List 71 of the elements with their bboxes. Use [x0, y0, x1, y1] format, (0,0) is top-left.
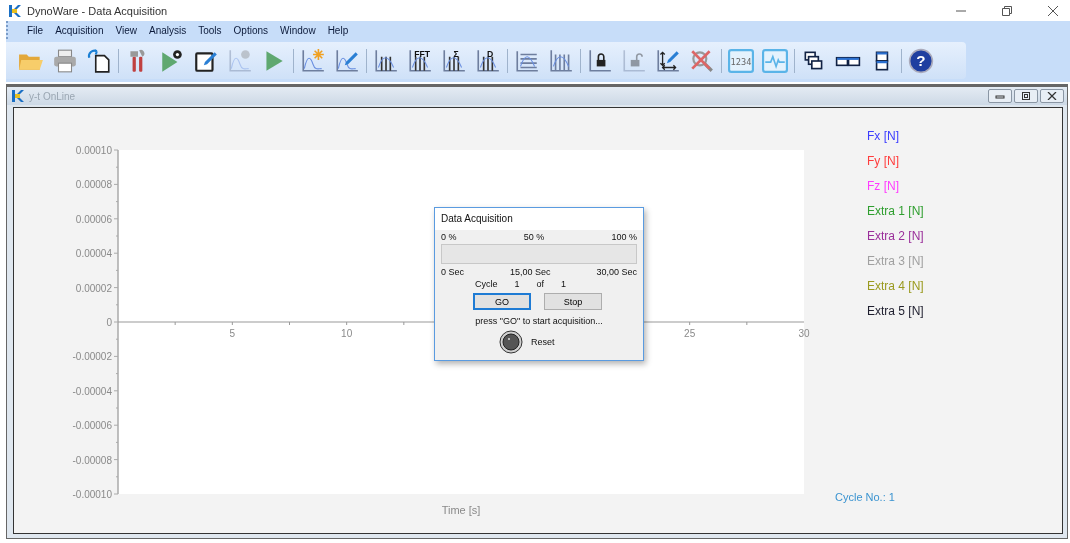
menu-item[interactable]: Tools	[198, 24, 222, 36]
app-logo-icon	[8, 3, 22, 18]
y-tick-label: 0	[106, 317, 112, 328]
menu-item[interactable]: Acquisition	[55, 24, 104, 36]
document-arrow-icon[interactable]	[86, 47, 112, 74]
digital-display-icon[interactable]: 1234	[728, 47, 754, 74]
close-icon	[1047, 92, 1057, 100]
bar-chart-icon[interactable]	[373, 47, 399, 74]
y-tick-label: -0.00010	[72, 489, 112, 500]
menu-item[interactable]: Analysis	[149, 24, 187, 36]
y-tick-label: -0.00002	[72, 351, 112, 363]
cycle-number: Cycle No.: 1	[835, 491, 896, 503]
legend-label: Fy [N]	[867, 153, 900, 169]
legend-label: Fx [N]	[867, 128, 900, 144]
minimize-icon	[995, 92, 1005, 100]
y-tick-label: 0.00008	[75, 179, 112, 191]
x-tick-label: 10	[341, 328, 353, 339]
time-label: 0 Sec	[441, 267, 464, 277]
y-tick-label: -0.00006	[72, 420, 112, 432]
x-tick-label: 25	[684, 328, 696, 339]
cycle-current: 1	[514, 279, 520, 289]
dialog-title: Data Acquisition	[435, 208, 643, 230]
y-tick-label: 0.00002	[75, 282, 112, 294]
axis-edit-icon[interactable]	[655, 47, 681, 74]
chart-star-icon[interactable]	[300, 47, 326, 74]
go-button[interactable]: GO	[473, 293, 531, 310]
percent-label: 50 %	[523, 232, 545, 242]
window-title: DynoWare - Data Acquisition	[27, 4, 168, 17]
app-logo-icon	[11, 89, 25, 103]
percent-label: 100 %	[611, 232, 637, 242]
stop-button[interactable]: Stop	[544, 293, 602, 310]
cycle-total: 1	[561, 279, 567, 289]
menu-item[interactable]: Help	[327, 24, 349, 36]
cycle-label: Cycle	[475, 279, 498, 289]
restore-icon[interactable]	[1002, 5, 1012, 16]
y-tick-label: -0.00004	[72, 385, 112, 397]
histogram-icon[interactable]	[548, 47, 574, 74]
restore-button[interactable]	[1014, 89, 1038, 103]
y-tick-label: 0.00006	[75, 213, 112, 225]
x-axis-title: Time [s]	[441, 504, 481, 516]
legend-label: Extra 3 [N]	[867, 253, 924, 269]
legend-label: Extra 2 [N]	[867, 228, 924, 244]
axis-lock-icon[interactable]	[587, 47, 613, 74]
time-label: 15,00 Sec	[509, 267, 551, 277]
help-icon[interactable]: ?	[908, 47, 934, 74]
y-tick-label: -0.00008	[72, 454, 112, 466]
chart-pencil-icon[interactable]	[334, 47, 360, 74]
legend-label: Fz [N]	[867, 178, 900, 194]
y-tick-label: 0.00010	[75, 145, 112, 156]
legend-label: Extra 5 [N]	[867, 303, 924, 319]
restore-icon	[1021, 92, 1031, 100]
legend-label: Extra 1 [N]	[867, 203, 924, 219]
y-tick-label: 0.00004	[75, 248, 112, 260]
close-icon[interactable]	[1048, 5, 1058, 16]
status-message: press "GO" to start acquisition...	[474, 316, 604, 326]
x-tick-label: 30	[798, 328, 810, 339]
legend-label: Extra 4 [N]	[867, 278, 924, 294]
printer-icon[interactable]	[52, 47, 78, 74]
menu-item[interactable]: View	[115, 24, 137, 36]
menu-item[interactable]: File	[27, 24, 44, 36]
cycle-of-label: of	[536, 279, 545, 289]
menu-item[interactable]: Options	[233, 24, 269, 36]
time-label: 30,00 Sec	[596, 267, 637, 277]
percent-label: 0 %	[441, 232, 457, 242]
menu-item[interactable]: Window	[280, 24, 316, 36]
close-button[interactable]	[1040, 89, 1064, 103]
zoom-cancel-icon[interactable]	[689, 47, 715, 74]
child-window-title: y-t OnLine	[29, 90, 76, 102]
reset-label: Reset	[531, 337, 555, 347]
reset-led-icon[interactable]	[499, 330, 523, 354]
x-tick-label: 5	[229, 328, 236, 339]
